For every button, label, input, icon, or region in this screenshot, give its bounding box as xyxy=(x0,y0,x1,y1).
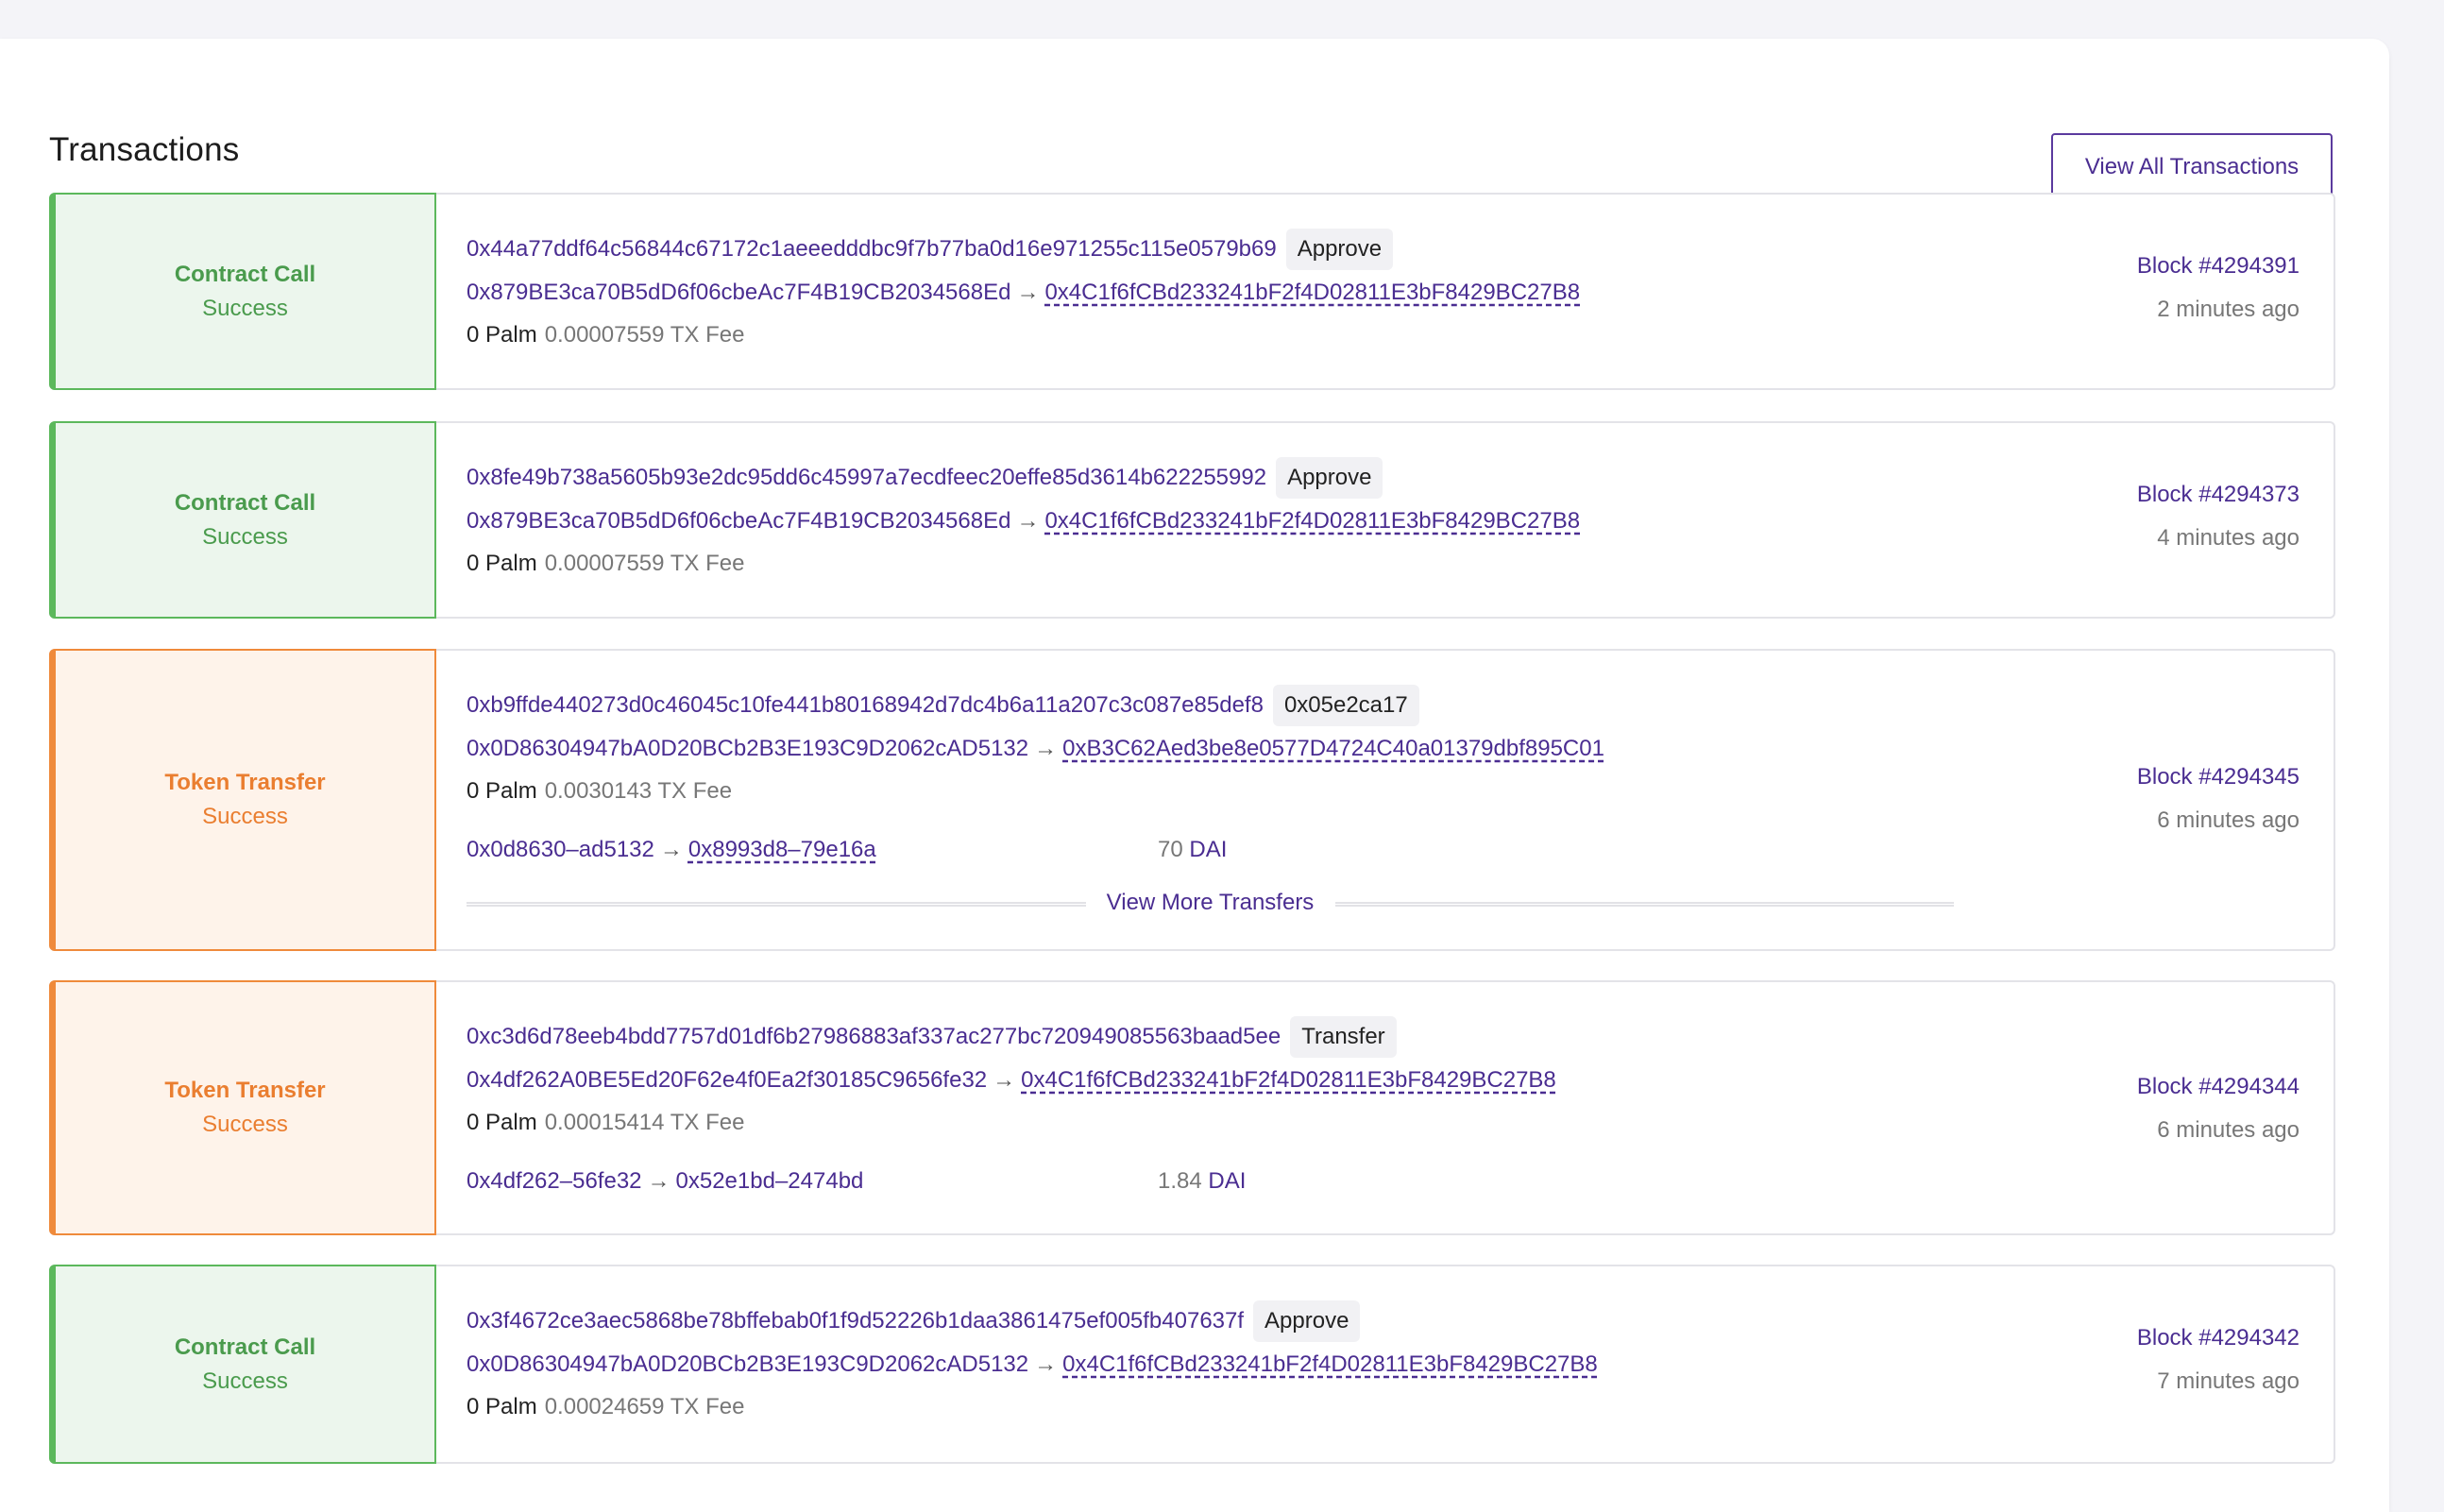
tx-from-link[interactable]: 0x879BE3ca70B5dD6f06cbeAc7F4B19CB2034568… xyxy=(467,508,1010,534)
tx-age: 6 minutes ago xyxy=(2157,1117,2300,1143)
view-more-transfers-link[interactable]: View More Transfers xyxy=(467,890,1954,916)
tx-status-label: Success xyxy=(202,1112,288,1137)
tx-type-badge: Contract Call Success xyxy=(49,421,436,619)
block-link[interactable]: Block #4294342 xyxy=(2137,1325,2300,1351)
view-all-transactions-button[interactable]: View All Transactions xyxy=(2051,133,2333,200)
arrow-right-icon: → xyxy=(1034,736,1058,761)
transaction-row: Contract Call Success 0x44a77ddf64c56844… xyxy=(49,193,2335,390)
view-more-transfers: View More Transfers xyxy=(467,890,1954,918)
tx-type-label: Contract Call xyxy=(174,1334,316,1360)
arrow-right-icon: → xyxy=(993,1067,1016,1093)
tx-details: 0x44a77ddf64c56844c67172c1aeeedddbc9f7b7… xyxy=(467,195,2334,388)
transfer-token-link[interactable]: DAI xyxy=(1208,1168,1246,1194)
tx-type-badge: Token Transfer Success xyxy=(49,980,436,1235)
tx-hash-link[interactable]: 0x44a77ddf64c56844c67172c1aeeedddbc9f7b7… xyxy=(467,236,1277,262)
tx-status-label: Success xyxy=(202,523,288,550)
tx-to-link[interactable]: 0x4C1f6fCBd233241bF2f4D02811E3bF8429BC27… xyxy=(1044,280,1580,305)
tx-fee: 0.00015414 TX Fee xyxy=(544,1110,745,1135)
tx-details: 0x3f4672ce3aec5868be78bffebab0f1f9d52226… xyxy=(467,1266,2334,1462)
tx-fee: 0.00024659 TX Fee xyxy=(544,1394,745,1419)
tx-type-badge: Contract Call Success xyxy=(49,1265,436,1464)
tx-method-tag: Approve xyxy=(1276,457,1383,499)
tx-fee: 0.00007559 TX Fee xyxy=(544,322,745,348)
transaction-row: Token Transfer Success 0xc3d6d78eeb4bdd7… xyxy=(49,980,2335,1235)
tx-to-link[interactable]: 0x4C1f6fCBd233241bF2f4D02811E3bF8429BC27… xyxy=(1062,1351,1598,1377)
tx-type-label: Contract Call xyxy=(174,489,316,516)
tx-method-tag: Approve xyxy=(1285,229,1394,270)
tx-type-label: Contract Call xyxy=(174,261,316,287)
tx-value: 0 Palm xyxy=(467,1110,537,1135)
tx-status-label: Success xyxy=(202,295,288,321)
tx-age: 4 minutes ago xyxy=(2157,525,2300,551)
transfer-from-link[interactable]: 0x0d8630–ad5132 xyxy=(467,837,654,862)
tx-fee: 0.00007559 TX Fee xyxy=(544,551,745,576)
tx-age: 7 minutes ago xyxy=(2157,1368,2300,1394)
tx-value: 0 Palm xyxy=(467,1394,537,1419)
tx-age: 2 minutes ago xyxy=(2157,297,2300,322)
tx-details: 0xb9ffde440273d0c46045c10fe441b80168942d… xyxy=(467,651,2334,949)
tx-fee: 0.0030143 TX Fee xyxy=(544,778,733,804)
arrow-right-icon: → xyxy=(659,837,683,862)
tx-value: 0 Palm xyxy=(467,778,537,804)
transfer-token-link[interactable]: DAI xyxy=(1189,837,1227,862)
tx-hash-link[interactable]: 0xc3d6d78eeb4bdd7757d01df6b27986883af337… xyxy=(467,1024,1281,1049)
arrow-right-icon: → xyxy=(647,1168,670,1194)
tx-to-link[interactable]: 0x4C1f6fCBd233241bF2f4D02811E3bF8429BC27… xyxy=(1044,508,1580,534)
transaction-row: Contract Call Success 0x3f4672ce3aec5868… xyxy=(49,1265,2335,1464)
tx-method-tag: Transfer xyxy=(1290,1016,1397,1058)
block-link[interactable]: Block #4294373 xyxy=(2137,482,2300,508)
block-link[interactable]: Block #4294344 xyxy=(2137,1074,2300,1100)
arrow-right-icon: → xyxy=(1034,1351,1058,1377)
tx-age: 6 minutes ago xyxy=(2157,807,2300,833)
token-transfer-line: 0x4df262–56fe32 → 0x52e1bd–2474bd xyxy=(467,1168,863,1195)
transfer-amount: 1.84 DAI xyxy=(1158,1168,1246,1195)
tx-type-label: Token Transfer xyxy=(164,1078,326,1103)
transfer-amount-value: 70 xyxy=(1158,837,1183,862)
transfer-amount-value: 1.84 xyxy=(1158,1168,1202,1194)
transaction-row: Contract Call Success 0x8fe49b738a5605b9… xyxy=(49,421,2335,619)
tx-from-link[interactable]: 0x4df262A0BE5Ed20F62e4f0Ea2f30185C9656fe… xyxy=(467,1067,987,1093)
tx-type-badge: Token Transfer Success xyxy=(49,649,436,951)
tx-type-label: Token Transfer xyxy=(164,770,326,795)
page-title: Transactions xyxy=(49,131,240,168)
tx-details: 0x8fe49b738a5605b93e2dc95dd6c45997a7ecdf… xyxy=(467,423,2334,617)
tx-status-label: Success xyxy=(202,1368,288,1394)
transfer-to-link[interactable]: 0x52e1bd–2474bd xyxy=(676,1168,864,1194)
tx-value: 0 Palm xyxy=(467,551,537,576)
tx-status-label: Success xyxy=(202,804,288,829)
tx-hash-link[interactable]: 0x8fe49b738a5605b93e2dc95dd6c45997a7ecdf… xyxy=(467,465,1266,490)
tx-method-tag: Approve xyxy=(1253,1300,1361,1342)
transaction-row: Token Transfer Success 0xb9ffde440273d0c… xyxy=(49,649,2335,951)
arrow-right-icon: → xyxy=(1016,508,1040,534)
transfer-to-link[interactable]: 0x8993d8–79e16a xyxy=(688,837,876,862)
transfer-amount: 70 DAI xyxy=(1158,837,1227,863)
tx-type-badge: Contract Call Success xyxy=(49,193,436,390)
transfer-from-link[interactable]: 0x4df262–56fe32 xyxy=(467,1168,642,1194)
tx-value: 0 Palm xyxy=(467,322,537,348)
tx-to-link[interactable]: 0xB3C62Aed3be8e0577D4724C40a01379dbf895C… xyxy=(1062,736,1604,761)
transactions-card: Transactions View All Transactions Contr… xyxy=(0,39,2389,1512)
tx-method-tag: 0x05e2ca17 xyxy=(1272,685,1419,726)
tx-hash-link[interactable]: 0x3f4672ce3aec5868be78bffebab0f1f9d52226… xyxy=(467,1308,1244,1334)
token-transfer-line: 0x0d8630–ad5132 → 0x8993d8–79e16a xyxy=(467,837,876,863)
block-link[interactable]: Block #4294391 xyxy=(2137,253,2300,280)
tx-from-link[interactable]: 0x0D86304947bA0D20BCb2B3E193C9D2062cAD51… xyxy=(467,736,1028,761)
tx-details: 0xc3d6d78eeb4bdd7757d01df6b27986883af337… xyxy=(467,982,2334,1233)
block-link[interactable]: Block #4294345 xyxy=(2137,764,2300,790)
tx-from-link[interactable]: 0x0D86304947bA0D20BCb2B3E193C9D2062cAD51… xyxy=(467,1351,1028,1377)
arrow-right-icon: → xyxy=(1016,280,1040,305)
tx-to-link[interactable]: 0x4C1f6fCBd233241bF2f4D02811E3bF8429BC27… xyxy=(1021,1067,1556,1093)
tx-from-link[interactable]: 0x879BE3ca70B5dD6f06cbeAc7F4B19CB2034568… xyxy=(467,280,1010,305)
tx-hash-link[interactable]: 0xb9ffde440273d0c46045c10fe441b80168942d… xyxy=(467,692,1264,718)
